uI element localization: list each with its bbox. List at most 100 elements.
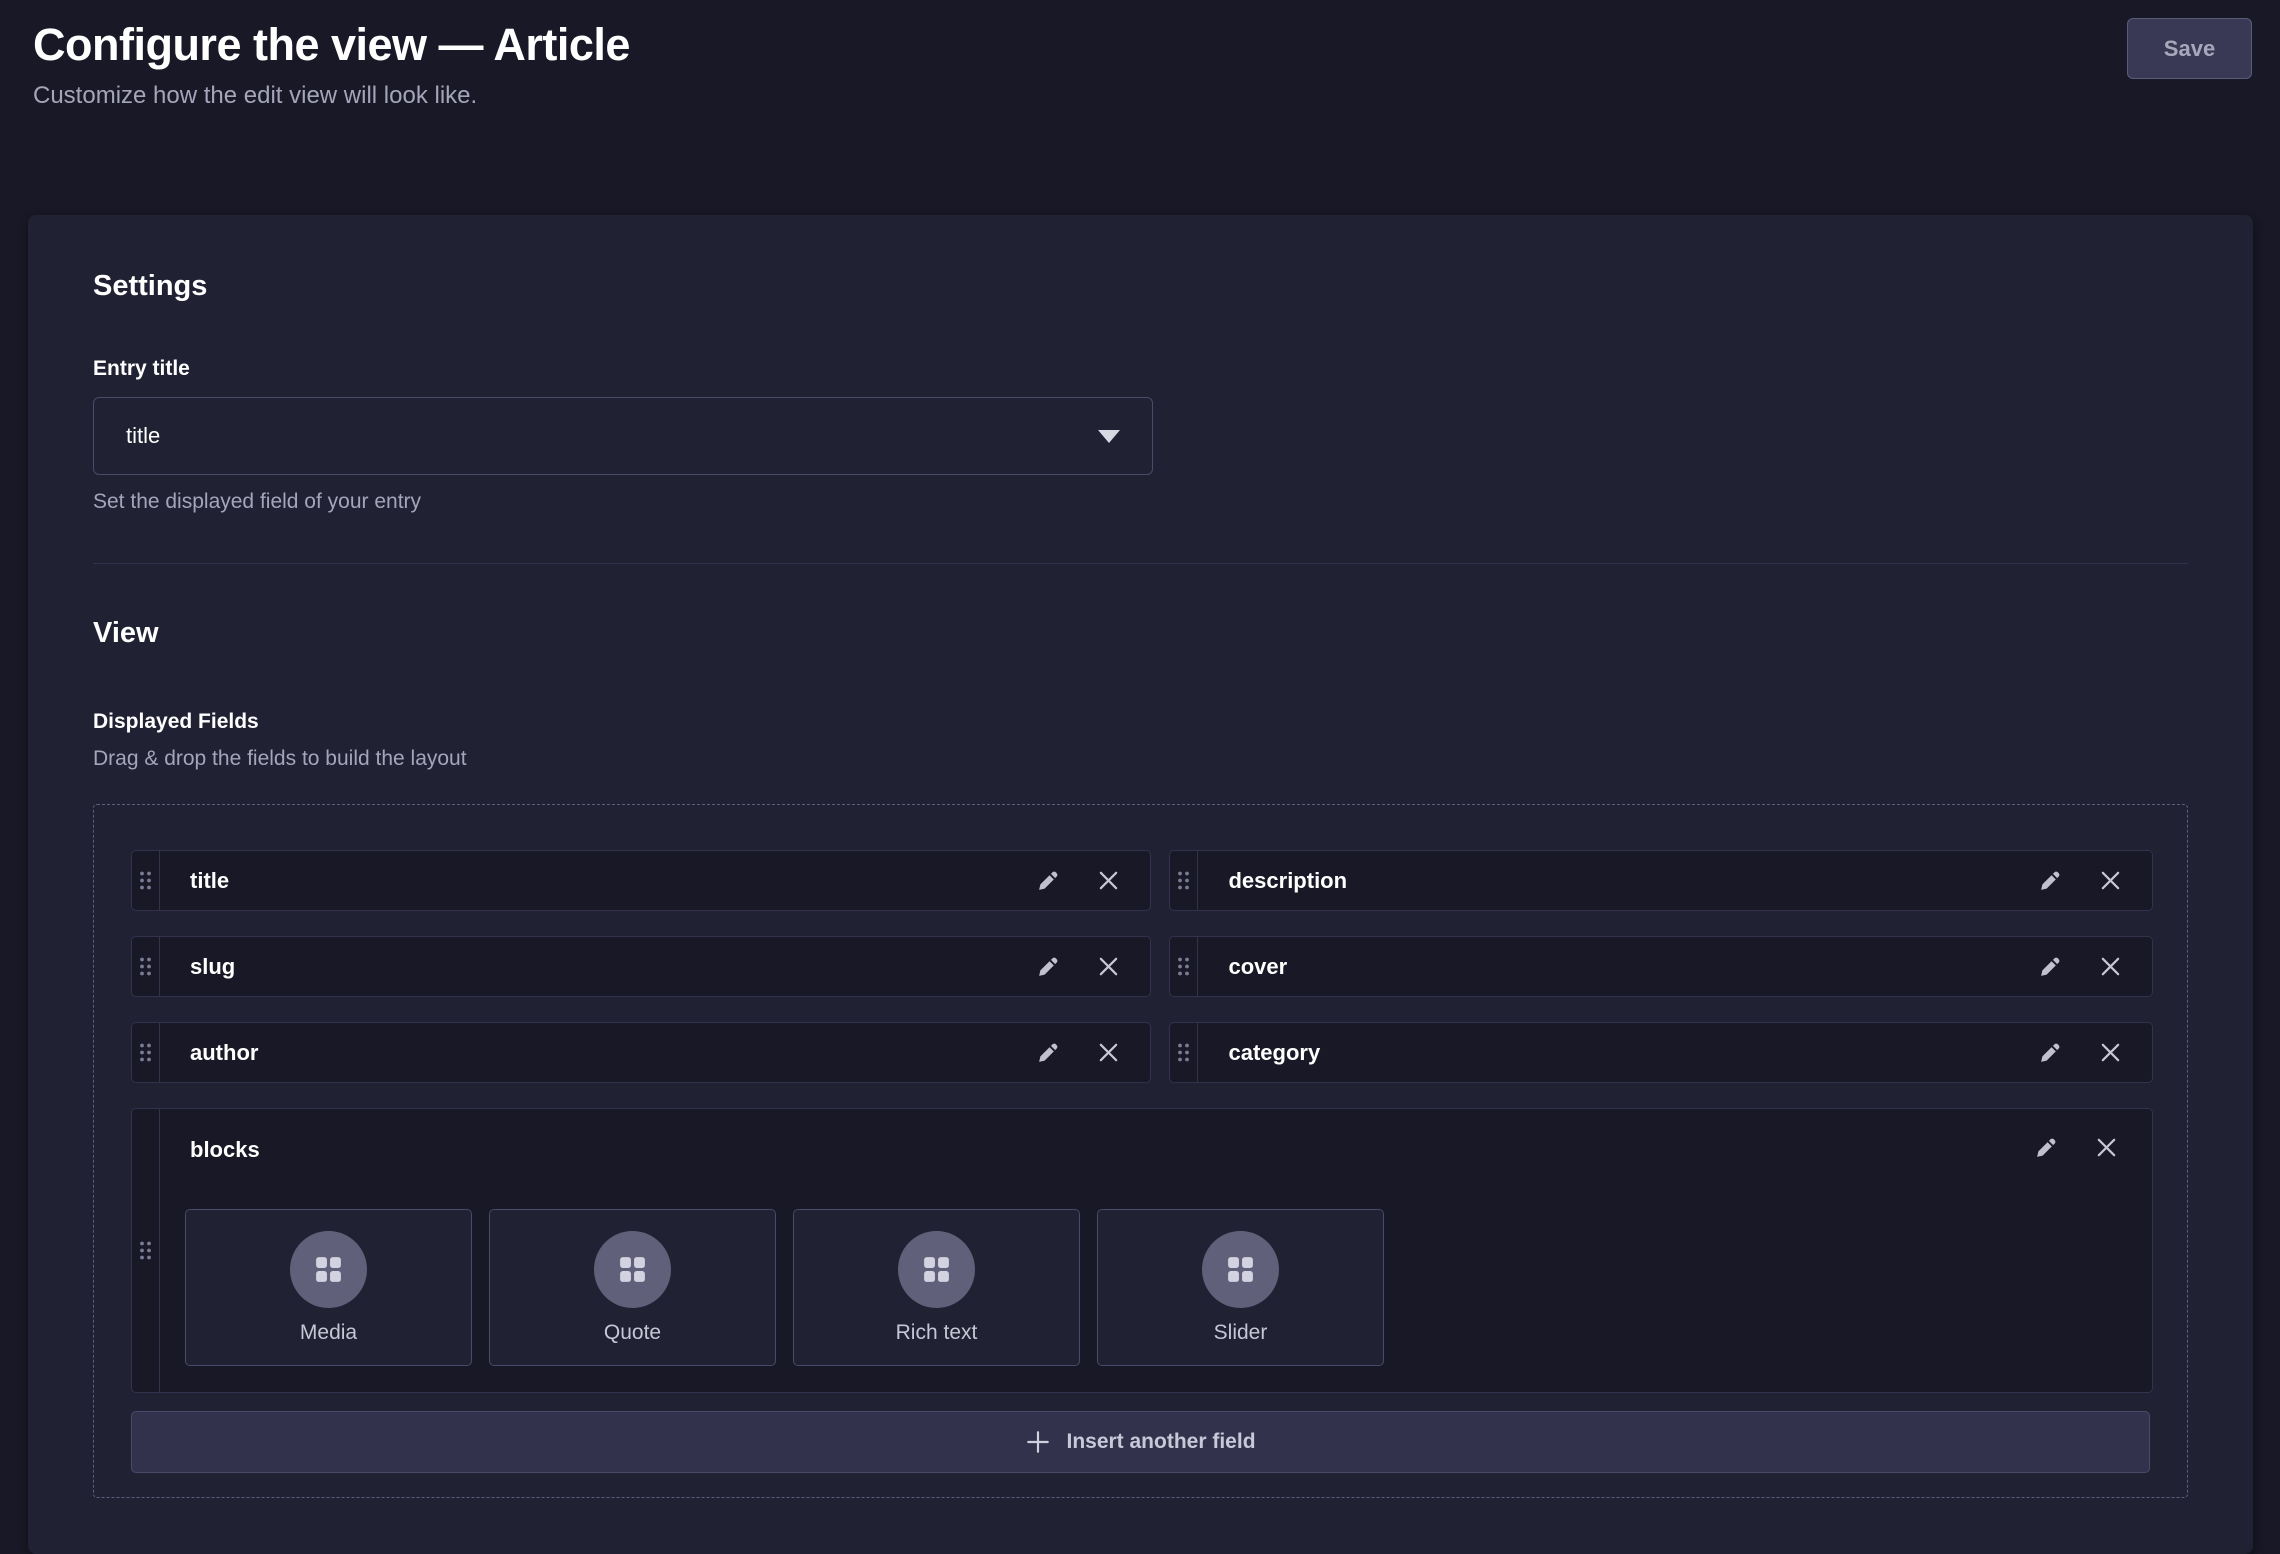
component-tile-rich-text[interactable]: Rich text — [793, 1209, 1080, 1366]
field-card-cover[interactable]: cover — [1169, 936, 2153, 997]
pencil-icon — [2038, 954, 2063, 979]
field-name: category — [1198, 1023, 2028, 1082]
blocks-content: blocks Media — [160, 1109, 2152, 1392]
drag-grip-icon — [1176, 870, 1191, 891]
save-button[interactable]: Save — [2127, 18, 2252, 79]
insert-another-field-button[interactable]: Insert another field — [131, 1411, 2150, 1473]
configuration-panel: Settings Entry title title Set the displ… — [28, 215, 2253, 1554]
field-name: title — [160, 851, 1026, 910]
fields-drop-zone: title description — [93, 804, 2188, 1498]
drag-grip-icon — [138, 870, 153, 891]
edit-field-button[interactable] — [2028, 945, 2072, 989]
component-icon-circle — [1202, 1231, 1279, 1308]
plus-icon — [1025, 1429, 1051, 1455]
entry-title-label: Entry title — [93, 357, 2188, 381]
drag-handle[interactable] — [1170, 937, 1198, 996]
component-tile-quote[interactable]: Quote — [489, 1209, 776, 1366]
fields-grid: title description — [131, 850, 2153, 1393]
edit-field-button[interactable] — [2028, 859, 2072, 903]
settings-heading: Settings — [93, 270, 2188, 303]
field-name: blocks — [185, 1131, 260, 1163]
entry-title-hint: Set the displayed field of your entry — [93, 490, 2188, 514]
close-icon — [2095, 1136, 2118, 1159]
displayed-fields-subtitle: Drag & drop the fields to build the layo… — [93, 747, 2188, 771]
component-tile-label: Quote — [604, 1321, 661, 1345]
close-icon — [2099, 869, 2122, 892]
component-tile-slider[interactable]: Slider — [1097, 1209, 1384, 1366]
remove-field-button[interactable] — [1086, 1031, 1130, 1075]
component-tile-media[interactable]: Media — [185, 1209, 472, 1366]
field-name: author — [160, 1023, 1026, 1082]
remove-field-button[interactable] — [2088, 945, 2132, 989]
pencil-icon — [1036, 868, 1061, 893]
field-name: description — [1198, 851, 2028, 910]
field-card-slug[interactable]: slug — [131, 936, 1151, 997]
drag-handle[interactable] — [132, 1023, 160, 1082]
close-icon — [1097, 1041, 1120, 1064]
blocks-header: blocks — [185, 1125, 2132, 1169]
field-name: slug — [160, 937, 1026, 996]
entry-title-group: Entry title title Set the displayed fiel… — [93, 357, 2188, 514]
remove-field-button[interactable] — [1086, 859, 1130, 903]
pencil-icon — [2038, 1040, 2063, 1065]
field-actions — [2028, 937, 2152, 996]
component-icon-circle — [898, 1231, 975, 1308]
close-icon — [2099, 1041, 2122, 1064]
field-actions — [1026, 937, 1150, 996]
component-tile-label: Slider — [1214, 1321, 1268, 1345]
pencil-icon — [1036, 954, 1061, 979]
edit-field-button[interactable] — [2024, 1125, 2068, 1169]
pencil-icon — [1036, 1040, 1061, 1065]
component-tile-label: Rich text — [896, 1321, 978, 1345]
remove-field-button[interactable] — [1086, 945, 1130, 989]
field-actions — [2028, 851, 2152, 910]
drag-grip-icon — [1176, 956, 1191, 977]
component-icon-circle — [594, 1231, 671, 1308]
close-icon — [2099, 955, 2122, 978]
section-divider — [93, 563, 2188, 564]
edit-field-button[interactable] — [2028, 1031, 2072, 1075]
drag-grip-icon — [1176, 1042, 1191, 1063]
drag-handle[interactable] — [132, 1109, 160, 1392]
component-tile-label: Media — [300, 1321, 357, 1345]
field-actions — [2024, 1125, 2132, 1169]
field-card-title[interactable]: title — [131, 850, 1151, 911]
displayed-fields-title: Displayed Fields — [93, 710, 2188, 734]
component-grid-icon — [313, 1254, 344, 1285]
field-actions — [1026, 851, 1150, 910]
component-grid-icon — [921, 1254, 952, 1285]
edit-field-button[interactable] — [1026, 859, 1070, 903]
remove-field-button[interactable] — [2084, 1125, 2128, 1169]
entry-title-select[interactable]: title — [93, 397, 1153, 475]
page-header-text: Configure the view — Article Customize h… — [33, 18, 630, 110]
field-name: cover — [1198, 937, 2028, 996]
field-card-category[interactable]: category — [1169, 1022, 2153, 1083]
edit-field-button[interactable] — [1026, 1031, 1070, 1075]
component-grid-icon — [617, 1254, 648, 1285]
close-icon — [1097, 869, 1120, 892]
remove-field-button[interactable] — [2088, 859, 2132, 903]
field-actions — [2028, 1023, 2152, 1082]
page-title: Configure the view — Article — [33, 18, 630, 72]
component-grid-icon — [1225, 1254, 1256, 1285]
field-card-blocks[interactable]: blocks Media — [131, 1108, 2153, 1393]
close-icon — [1097, 955, 1120, 978]
edit-field-button[interactable] — [1026, 945, 1070, 989]
field-card-author[interactable]: author — [131, 1022, 1151, 1083]
remove-field-button[interactable] — [2088, 1031, 2132, 1075]
drag-handle[interactable] — [132, 851, 160, 910]
component-icon-circle — [290, 1231, 367, 1308]
drag-grip-icon — [138, 1240, 153, 1261]
pencil-icon — [2034, 1135, 2059, 1160]
page-header: Configure the view — Article Customize h… — [0, 0, 2280, 110]
field-actions — [1026, 1023, 1150, 1082]
pencil-icon — [2038, 868, 2063, 893]
field-card-description[interactable]: description — [1169, 850, 2153, 911]
insert-another-field-label: Insert another field — [1066, 1430, 1255, 1454]
drag-handle[interactable] — [1170, 851, 1198, 910]
chevron-down-icon — [1098, 430, 1120, 443]
drag-handle[interactable] — [1170, 1023, 1198, 1082]
entry-title-select-value: title — [126, 423, 160, 449]
view-heading: View — [93, 617, 2188, 650]
drag-handle[interactable] — [132, 937, 160, 996]
